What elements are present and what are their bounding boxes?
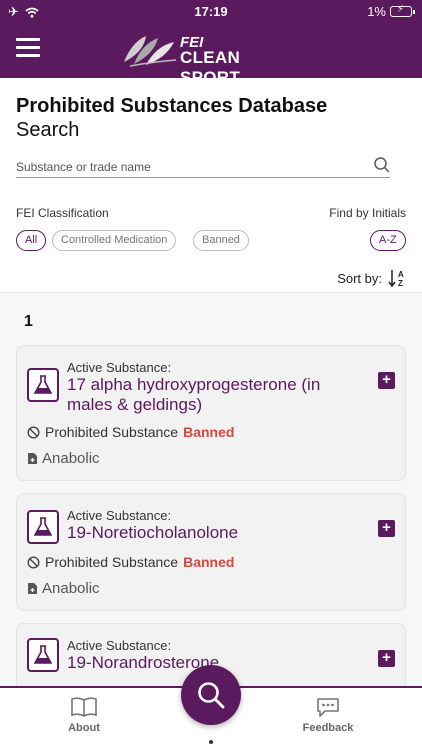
results-list[interactable]: 1 Active Substance: 17 alpha hydroxyprog… <box>0 293 422 686</box>
status-bar: ✈ 17:19 1% ⚡ <box>0 0 422 24</box>
status-prefix: Prohibited Substance <box>45 554 179 570</box>
page-title: Prohibited Substances Database <box>16 95 328 117</box>
sort-label: Sort by: <box>337 270 382 286</box>
category-label: Anabolic <box>42 580 100 597</box>
nav-feedback-label: Feedback <box>302 722 354 734</box>
status-line: Prohibited Substance Banned <box>27 424 234 440</box>
status-badge: Banned <box>183 554 235 570</box>
active-substance-label: Active Substance: <box>67 360 172 375</box>
nav-about-label: About <box>68 722 100 734</box>
page-subtitle: Search <box>16 119 80 141</box>
substance-card[interactable]: Active Substance: 19-Noretiocholanolone … <box>16 493 406 611</box>
page-indicator-dot <box>209 740 213 744</box>
category-line: Anabolic <box>27 580 100 597</box>
fei-clean-sport-logo: FEI CLEAN SPORT <box>122 32 302 87</box>
flask-icon <box>27 510 59 544</box>
initials-label: Find by Initials <box>329 206 406 220</box>
filter-chip-all[interactable]: All <box>16 230 47 251</box>
document-icon <box>28 583 37 594</box>
az-button[interactable]: A-Z <box>370 230 406 251</box>
filter-chip-banned[interactable]: Banned <box>193 230 249 251</box>
search-input[interactable] <box>16 156 390 178</box>
status-line: Prohibited Substance Banned <box>27 554 234 570</box>
search-icon <box>198 682 225 709</box>
filter-chip-controlled-medication[interactable]: Controlled Medication <box>52 230 177 251</box>
status-right: 1% ⚡ <box>367 4 415 19</box>
brand-bottom: CLEAN SPORT <box>180 48 241 87</box>
active-substance-label: Active Substance: <box>67 638 172 653</box>
prohibited-icon <box>27 425 40 439</box>
category-label: Anabolic <box>42 450 100 467</box>
leaf-logo-icon <box>124 36 177 67</box>
status-badge: Banned <box>183 424 235 440</box>
classification-label: FEI Classification <box>16 206 109 220</box>
document-icon <box>28 453 37 464</box>
status-prefix: Prohibited Substance <box>45 424 179 440</box>
svg-text:A: A <box>398 270 404 279</box>
flask-icon <box>27 638 59 672</box>
flask-icon <box>27 368 59 402</box>
status-time: 17:19 <box>194 4 228 19</box>
substance-name[interactable]: 17 alpha hydroxyprogesterone (in males &… <box>67 375 367 415</box>
group-header: 1 <box>24 313 33 330</box>
book-icon <box>71 697 97 717</box>
battery-percent: 1% <box>367 4 386 19</box>
substance-name[interactable]: 19-Noretiocholanolone <box>67 523 367 543</box>
sort-az-icon[interactable]: A Z <box>388 268 406 288</box>
prohibited-icon <box>27 555 40 569</box>
nav-feedback[interactable]: Feedback <box>288 696 368 734</box>
category-line: Anabolic <box>27 450 100 467</box>
svg-text:Z: Z <box>398 279 403 288</box>
expand-button[interactable]: + <box>378 372 395 389</box>
substance-card[interactable]: Active Substance: 17 alpha hydroxyproges… <box>16 345 406 481</box>
search-fab-button[interactable] <box>181 665 241 725</box>
sort-control[interactable]: Sort by: A Z <box>337 268 406 288</box>
nav-about[interactable]: About <box>44 696 124 734</box>
battery-icon: ⚡ <box>390 4 415 17</box>
chat-bubble-icon <box>317 698 339 717</box>
menu-icon[interactable] <box>16 38 40 58</box>
expand-button[interactable]: + <box>378 520 395 537</box>
expand-button[interactable]: + <box>378 650 395 667</box>
active-substance-label: Active Substance: <box>67 508 172 523</box>
search-icon[interactable] <box>373 156 391 174</box>
